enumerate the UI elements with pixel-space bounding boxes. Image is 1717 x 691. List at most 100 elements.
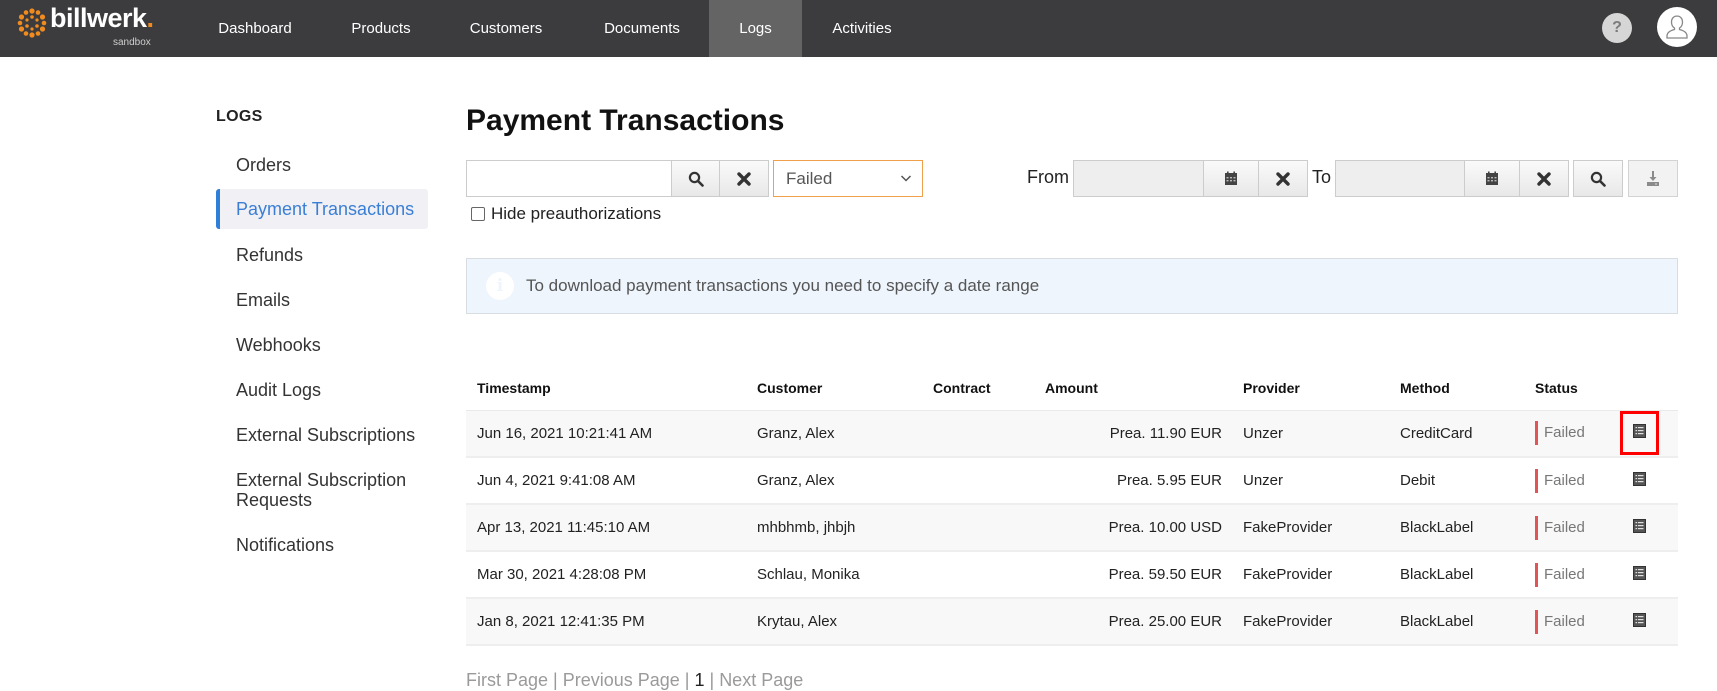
- list-detail-icon: [1633, 424, 1646, 439]
- status-filter-value: Failed: [786, 169, 833, 188]
- column-header-customer[interactable]: Customer: [746, 367, 922, 411]
- first-page-link[interactable]: First Page: [466, 670, 548, 690]
- clear-search-button[interactable]: [719, 160, 769, 197]
- table-row[interactable]: Mar 30, 2021 4:28:08 PM Schlau, Monika P…: [466, 551, 1678, 599]
- cell-contract: [922, 457, 1034, 505]
- cell-customer[interactable]: Granz, Alex: [746, 457, 922, 505]
- cell-timestamp: Jun 4, 2021 9:41:08 AM: [466, 457, 746, 505]
- cell-contract: [922, 504, 1034, 552]
- previous-page-link[interactable]: Previous Page: [563, 670, 680, 690]
- from-calendar-button[interactable]: [1203, 160, 1259, 197]
- search-icon: [1590, 171, 1606, 187]
- from-clear-button[interactable]: [1258, 160, 1308, 197]
- list-detail-icon: [1633, 471, 1646, 486]
- status-badge: Failed: [1535, 609, 1585, 634]
- column-header-amount[interactable]: Amount: [1034, 367, 1232, 411]
- cell-customer[interactable]: Granz, Alex: [746, 410, 922, 458]
- to-label: To: [1312, 167, 1332, 187]
- nav-dashboard[interactable]: Dashboard: [210, 0, 300, 57]
- cell-amount: Prea. 10.00 USD: [1034, 504, 1232, 552]
- cell-actions: [1620, 410, 1678, 458]
- cell-provider: FakeProvider: [1232, 504, 1389, 552]
- table-row[interactable]: Jun 16, 2021 10:21:41 AM Granz, Alex Pre…: [466, 410, 1678, 458]
- pagination-separator: |: [704, 670, 720, 690]
- details-button[interactable]: [1620, 411, 1659, 456]
- sidebar-item-emails[interactable]: Emails: [216, 290, 428, 310]
- status-badge: Failed: [1535, 468, 1585, 493]
- calendar-icon: [1225, 171, 1237, 185]
- cell-status: Failed: [1524, 598, 1622, 646]
- cell-actions: [1622, 457, 1678, 505]
- cell-actions: [1622, 504, 1678, 552]
- cell-customer[interactable]: mhbhmb, jhbjh: [746, 504, 922, 552]
- environment-label: sandbox: [113, 37, 151, 48]
- hide-preauthorizations-checkbox[interactable]: [471, 207, 485, 221]
- column-header-method[interactable]: Method: [1389, 367, 1524, 411]
- cell-actions: [1622, 598, 1678, 646]
- sidebar-item-refunds[interactable]: Refunds: [216, 245, 428, 265]
- nav-documents[interactable]: Documents: [592, 0, 692, 57]
- next-page-link[interactable]: Next Page: [719, 670, 803, 690]
- user-avatar-button[interactable]: [1657, 7, 1697, 47]
- cell-provider: FakeProvider: [1232, 598, 1389, 646]
- cell-customer[interactable]: Krytau, Alex: [746, 598, 922, 646]
- table-row[interactable]: Jan 8, 2021 12:41:35 PM Krytau, Alex Pre…: [466, 598, 1678, 646]
- nav-activities[interactable]: Activities: [822, 0, 902, 57]
- details-button[interactable]: [1633, 565, 1646, 584]
- sidebar-item-audit-logs[interactable]: Audit Logs: [216, 380, 428, 400]
- search-input[interactable]: [466, 160, 672, 197]
- cell-provider: Unzer: [1232, 410, 1389, 458]
- column-header-timestamp[interactable]: Timestamp: [466, 367, 746, 411]
- pagination-separator: |: [679, 670, 695, 690]
- cell-status: Failed: [1524, 410, 1622, 458]
- help-button[interactable]: ?: [1602, 13, 1632, 43]
- close-icon: [1276, 171, 1290, 186]
- column-header-provider[interactable]: Provider: [1232, 367, 1389, 411]
- table-row[interactable]: Jun 4, 2021 9:41:08 AM Granz, Alex Prea.…: [466, 457, 1678, 505]
- cell-method: BlackLabel: [1389, 598, 1524, 646]
- details-button[interactable]: [1633, 612, 1646, 631]
- cell-timestamp: Apr 13, 2021 11:45:10 AM: [466, 504, 746, 552]
- pagination: First Page | Previous Page | 1 | Next Pa…: [466, 670, 803, 691]
- sidebar-item-orders[interactable]: Orders: [216, 155, 428, 175]
- from-label: From: [1027, 167, 1069, 187]
- to-calendar-button[interactable]: [1464, 160, 1520, 197]
- cell-contract: [922, 598, 1034, 646]
- list-detail-icon: [1633, 565, 1646, 580]
- status-badge: Failed: [1535, 515, 1585, 540]
- cell-amount: Prea. 59.50 EUR: [1034, 551, 1232, 599]
- nav-customers[interactable]: Customers: [460, 0, 552, 57]
- brand-name: billwerk.: [50, 3, 154, 33]
- search-button[interactable]: [671, 160, 720, 197]
- nav-logs[interactable]: Logs: [709, 0, 802, 57]
- cell-method: BlackLabel: [1389, 504, 1524, 552]
- download-button[interactable]: [1628, 160, 1678, 197]
- sidebar-title: LOGS: [216, 108, 263, 125]
- table-row[interactable]: Apr 13, 2021 11:45:10 AM mhbhmb, jhbjh P…: [466, 504, 1678, 552]
- column-header-contract[interactable]: Contract: [922, 367, 1034, 411]
- table-header-row: Timestamp Customer Contract Amount Provi…: [466, 367, 1678, 411]
- current-page: 1: [694, 670, 705, 690]
- column-header-status[interactable]: Status: [1524, 367, 1622, 411]
- details-button[interactable]: [1633, 518, 1646, 537]
- sidebar-item-notifications[interactable]: Notifications: [216, 535, 428, 555]
- status-badge: Failed: [1535, 421, 1585, 446]
- date-search-button[interactable]: [1573, 160, 1623, 197]
- search-icon: [688, 171, 704, 187]
- sidebar-item-payment-transactions[interactable]: Payment Transactions: [216, 189, 428, 229]
- logo-burst-icon: [17, 8, 47, 38]
- from-date-input[interactable]: [1073, 160, 1204, 197]
- sidebar-item-webhooks[interactable]: Webhooks: [216, 335, 428, 355]
- cell-timestamp: Jan 8, 2021 12:41:35 PM: [466, 598, 746, 646]
- sidebar-item-external-subscription-requests[interactable]: External Subscription Requests: [216, 470, 416, 510]
- chevron-down-icon: [900, 175, 912, 182]
- to-date-input[interactable]: [1335, 160, 1465, 197]
- sidebar-item-external-subscriptions[interactable]: External Subscriptions: [216, 425, 428, 445]
- status-filter-select[interactable]: Failed: [773, 160, 923, 197]
- cell-customer[interactable]: Schlau, Monika: [746, 551, 922, 599]
- billwerk-logo[interactable]: billwerk. sandbox: [16, 3, 166, 51]
- details-button[interactable]: [1633, 471, 1646, 490]
- nav-products[interactable]: Products: [340, 0, 422, 57]
- to-clear-button[interactable]: [1519, 160, 1569, 197]
- hide-preauthorizations-toggle[interactable]: Hide preauthorizations: [471, 204, 661, 224]
